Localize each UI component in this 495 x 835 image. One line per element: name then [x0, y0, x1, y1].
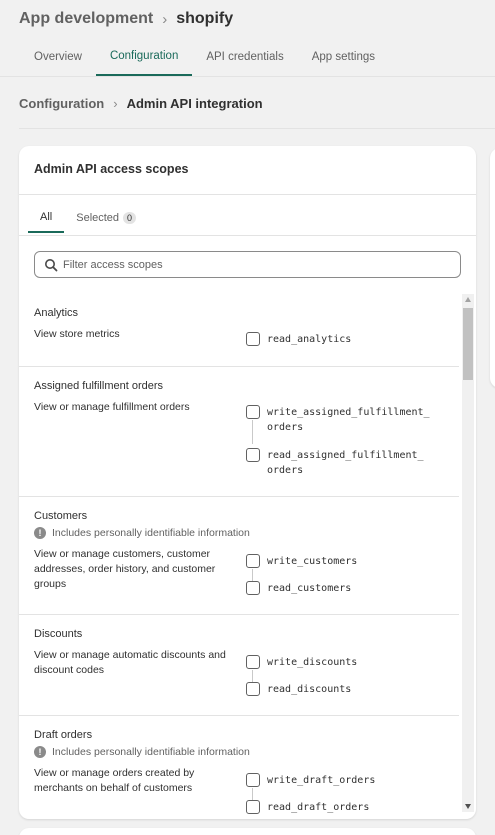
scope-checkbox[interactable] [246, 655, 260, 669]
chevron-right-icon: › [113, 95, 118, 111]
scope-label: read_assigned_fulfillment_ orders [267, 450, 424, 476]
section-description: View or manage fulfillment orders [34, 401, 190, 413]
scope-label: write_customers [267, 556, 358, 567]
scroll-down-icon[interactable] [465, 804, 471, 809]
scope-label: read_draft_orders [267, 802, 370, 813]
tab-all[interactable]: All [28, 202, 65, 233]
divider [19, 194, 476, 195]
scope-label: write_assigned_fulfillment_ orders [267, 407, 430, 433]
scrollbar[interactable] [462, 294, 474, 812]
scope-section-assigned-fulfillment-orders: Assigned fulfillment orders View or mana… [19, 367, 459, 497]
scroll-up-icon[interactable] [465, 297, 471, 302]
filter-scopes-search [34, 251, 461, 278]
side-card [490, 148, 495, 388]
scrollbar-thumb[interactable] [463, 308, 473, 380]
scope-label: write_discounts [267, 657, 358, 668]
scope-read-assigned-fulfillment-orders: read_assigned_fulfillment_ orders [246, 448, 437, 478]
pii-warning-text: Includes personally identifiable informa… [52, 746, 250, 758]
alert-circle-icon: ! [34, 746, 46, 758]
divider [19, 235, 476, 236]
scope-label: read_analytics [267, 334, 352, 345]
section-description: View or manage automatic discounts and d… [34, 649, 226, 676]
tab-app-settings[interactable]: App settings [298, 38, 389, 76]
app-development-link[interactable]: App development [19, 10, 153, 28]
alert-circle-icon: ! [34, 527, 46, 539]
pii-warning-text: Includes personally identifiable informa… [52, 527, 250, 539]
section-title: Assigned fulfillment orders [34, 380, 164, 392]
card-title: Admin API access scopes [34, 162, 189, 176]
breadcrumb-configuration[interactable]: Configuration [19, 96, 104, 111]
section-description: View or manage customers, customer addre… [34, 548, 216, 590]
search-input[interactable] [63, 258, 460, 271]
section-title: Customers [34, 510, 88, 522]
scope-label: read_customers [267, 583, 352, 594]
page-header: App development › shopify [19, 8, 233, 30]
next-card [19, 828, 476, 835]
section-description: View or manage orders created by merchan… [34, 767, 195, 794]
pii-warning: ! Includes personally identifiable infor… [34, 746, 250, 758]
scope-write-draft-orders: write_draft_orders [246, 773, 437, 788]
section-title: Draft orders [34, 729, 93, 741]
scope-checkbox[interactable] [246, 554, 260, 568]
scope-section-analytics: Analytics View store metrics read_analyt… [19, 294, 459, 367]
tab-selected-label: Selected [76, 211, 120, 224]
scope-write-discounts: write_discounts [246, 655, 437, 670]
scope-label: read_discounts [267, 684, 352, 695]
app-name: shopify [176, 10, 234, 27]
scope-checkbox[interactable] [246, 332, 260, 346]
connector-line [252, 670, 253, 682]
scope-section-customers: Customers ! Includes personally identifi… [19, 497, 459, 615]
divider [0, 76, 495, 77]
scope-read-discounts: read_discounts [246, 682, 437, 697]
tab-selected[interactable]: Selected 0 [64, 202, 148, 233]
page-title: Admin API integration [126, 95, 263, 111]
scopes-list[interactable]: Analytics View store metrics read_analyt… [19, 294, 476, 819]
scope-read-draft-orders: read_draft_orders [246, 800, 437, 815]
tab-configuration[interactable]: Configuration [95, 38, 193, 76]
search-icon [45, 259, 58, 272]
scope-read-customers: read_customers [246, 581, 437, 596]
scope-section-draft-orders: Draft orders ! Includes personally ident… [19, 716, 459, 819]
pii-warning: ! Includes personally identifiable infor… [34, 527, 250, 539]
scope-read-analytics: read_analytics [246, 332, 437, 347]
breadcrumb: Configuration › Admin API integration [19, 93, 263, 113]
scope-section-discounts: Discounts View or manage automatic disco… [19, 615, 459, 716]
scope-checkbox[interactable] [246, 448, 260, 462]
scope-checkbox[interactable] [246, 682, 260, 696]
tab-overview[interactable]: Overview [20, 38, 96, 76]
tab-api-credentials[interactable]: API credentials [192, 38, 297, 76]
connector-line [252, 569, 253, 581]
scope-write-assigned-fulfillment-orders: write_assigned_fulfillment_ orders [246, 405, 437, 435]
scope-checkbox[interactable] [246, 405, 260, 419]
access-scopes-card: Admin API access scopes All Selected 0 A… [19, 146, 476, 819]
tab-all-label: All [40, 210, 53, 223]
app-tabs: Overview Configuration API credentials A… [20, 38, 389, 77]
section-title: Analytics [34, 307, 79, 319]
scope-label: write_draft_orders [267, 775, 376, 786]
section-description: View store metrics [34, 328, 120, 340]
scope-checkbox[interactable] [246, 581, 260, 595]
selected-count-badge: 0 [123, 211, 137, 224]
scope-checkbox[interactable] [246, 800, 260, 814]
divider [19, 128, 495, 129]
section-title: Discounts [34, 628, 83, 640]
chevron-right-icon: › [162, 10, 168, 28]
scope-filter-tabs: All Selected 0 [28, 202, 148, 234]
scope-checkbox[interactable] [246, 773, 260, 787]
connector-line [252, 788, 253, 800]
scope-write-customers: write_customers [246, 554, 437, 569]
